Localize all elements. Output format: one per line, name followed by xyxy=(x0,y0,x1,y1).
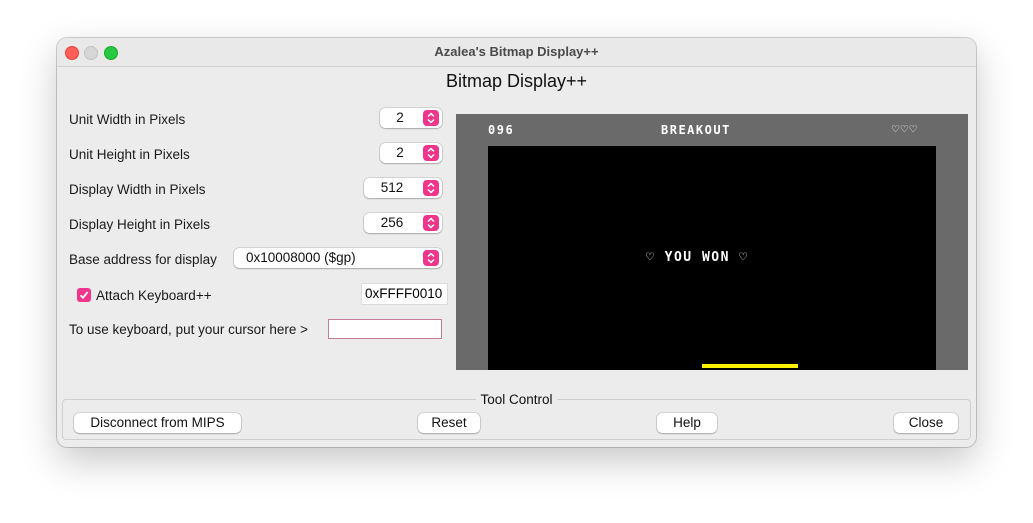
base-address-value: 0x10008000 ($gp) xyxy=(246,250,356,265)
game-score: 096 xyxy=(488,123,515,137)
close-button[interactable]: Close xyxy=(894,413,958,433)
unit-width-label: Unit Width in Pixels xyxy=(69,112,186,127)
display-width-select[interactable]: 512 xyxy=(364,178,442,198)
bitmap-display-window: Azalea's Bitmap Display++ Bitmap Display… xyxy=(57,38,976,447)
base-address-label: Base address for display xyxy=(69,252,217,267)
up-down-arrows-icon xyxy=(423,215,439,231)
unit-height-value: 2 xyxy=(396,145,404,160)
unit-height-select[interactable]: 2 xyxy=(380,143,442,163)
display-width-value: 512 xyxy=(380,180,404,195)
attach-keyboard-label[interactable]: Attach Keyboard++ xyxy=(96,288,212,303)
display-width-label: Display Width in Pixels xyxy=(69,182,206,197)
keyboard-address: 0xFFFF0010 xyxy=(362,284,447,304)
tool-control-title: Tool Control xyxy=(57,391,976,409)
game-message: ♡ YOU WON ♡ xyxy=(646,250,749,265)
display-height-value: 256 xyxy=(380,215,404,230)
game-lives: ♡♡♡ xyxy=(892,122,919,136)
game-paddle xyxy=(702,364,798,368)
game-screen: ♡ YOU WON ♡ xyxy=(488,146,936,370)
up-down-arrows-icon xyxy=(423,145,439,161)
unit-width-value: 2 xyxy=(396,110,404,125)
disconnect-button[interactable]: Disconnect from MIPS xyxy=(74,413,241,433)
display-height-select[interactable]: 256 xyxy=(364,213,442,233)
title-bar[interactable]: Azalea's Bitmap Display++ xyxy=(57,38,976,67)
keyboard-input-field[interactable] xyxy=(328,319,442,339)
reset-button[interactable]: Reset xyxy=(418,413,480,433)
attach-keyboard-checkbox[interactable] xyxy=(77,288,91,302)
help-button[interactable]: Help xyxy=(657,413,717,433)
bitmap-display-canvas: 096 BREAKOUT ♡♡♡ ♡ YOU WON ♡ xyxy=(456,114,968,370)
game-title: BREAKOUT xyxy=(661,123,731,137)
checkmark-icon xyxy=(79,291,89,300)
up-down-arrows-icon xyxy=(423,180,439,196)
display-height-label: Display Height in Pixels xyxy=(69,217,211,232)
tool-heading: Bitmap Display++ xyxy=(445,71,588,91)
base-address-select[interactable]: 0x10008000 ($gp) xyxy=(234,248,442,268)
window-title: Azalea's Bitmap Display++ xyxy=(434,44,599,59)
up-down-arrows-icon xyxy=(423,250,439,266)
up-down-arrows-icon xyxy=(423,110,439,126)
unit-width-select[interactable]: 2 xyxy=(380,108,442,128)
keyboard-cursor-label: To use keyboard, put your cursor here > xyxy=(69,322,309,337)
unit-height-label: Unit Height in Pixels xyxy=(69,147,190,162)
